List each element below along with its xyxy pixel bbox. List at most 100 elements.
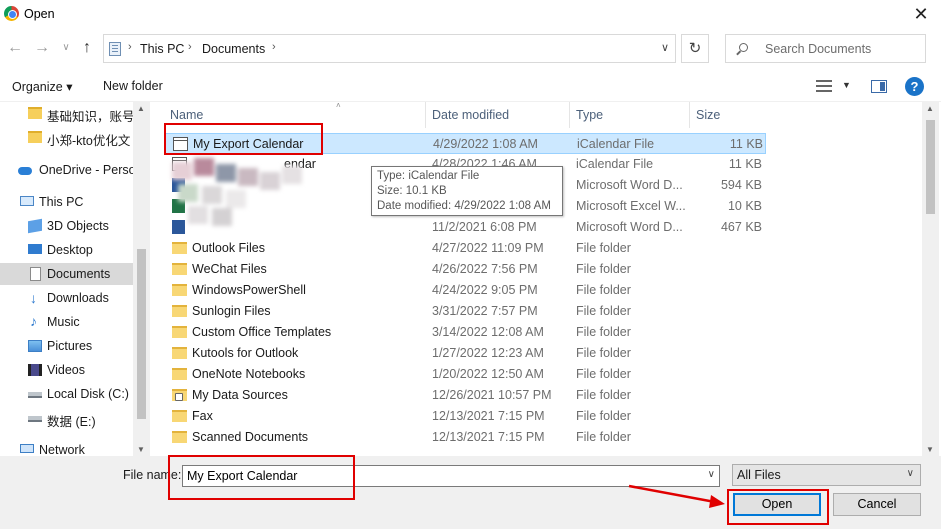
file-row[interactable]: Fax 12/13/2021 7:15 PM File folder — [164, 406, 766, 427]
sidebar-item-videos[interactable]: Videos — [0, 359, 133, 381]
sidebar-item-folder-1[interactable]: 基础知识，账号 — [0, 102, 135, 124]
file-row[interactable]: My Data Sources 12/26/2021 10:57 PM File f… — [164, 385, 766, 406]
help-icon[interactable]: ? — [905, 77, 924, 96]
column-header-type[interactable]: Type — [570, 102, 690, 128]
sidebar-item-desktop[interactable]: Desktop — [0, 239, 133, 261]
tooltip-size: Size: 10.1 KB — [377, 185, 447, 197]
sidebar-item-onedrive[interactable]: OneDrive - Person — [0, 159, 143, 181]
file-name: WindowsPowerShell — [192, 283, 306, 297]
sidebar-item-label: Local Disk (C:) — [47, 387, 129, 401]
folder-icon — [28, 107, 42, 119]
breadcrumb-separator[interactable]: › — [272, 41, 276, 53]
sidebar-item-network[interactable]: Network — [0, 439, 133, 456]
breadcrumb-this-pc[interactable]: This PC — [140, 42, 184, 56]
search-placeholder: Search Documents — [765, 42, 872, 56]
chrome-app-icon — [4, 6, 19, 21]
sidebar-item-pictures[interactable]: Pictures — [0, 335, 133, 357]
sidebar-item-label: 数据 (E:) — [47, 415, 96, 429]
scroll-up-icon[interactable]: ▲ — [926, 104, 934, 113]
file-name-dropdown-icon[interactable]: ∨ — [708, 469, 715, 480]
file-row[interactable]: Kutools for Outlook 1/27/2022 12:23 AM Fil… — [164, 343, 766, 364]
new-folder-button[interactable]: New folder — [103, 79, 163, 93]
open-button[interactable]: Open — [733, 493, 821, 516]
breadcrumb-separator[interactable]: › — [128, 41, 132, 53]
cancel-button[interactable]: Cancel — [833, 493, 921, 516]
file-date-modified: 4/24/2022 9:05 PM — [432, 283, 538, 297]
file-type: Microsoft Word D... — [576, 178, 683, 192]
sidebar-item-folder-2[interactable]: 小郑-kto优化文 — [0, 126, 133, 148]
computer-icon — [20, 196, 34, 206]
close-button[interactable]: ✕ — [909, 3, 933, 25]
sidebar-item-data-e[interactable]: 数据 (E:) — [0, 407, 133, 429]
column-header-size[interactable]: Size — [690, 102, 766, 128]
view-list-icon[interactable] — [816, 80, 832, 92]
file-name: Sunlogin Files — [192, 304, 271, 318]
sidebar-scrollbar[interactable]: ▲ ▼ — [133, 102, 150, 456]
title-bar: Open ✕ — [0, 0, 941, 28]
back-arrow-icon[interactable]: ← — [5, 38, 25, 58]
sidebar-item-music[interactable]: ♪ Music — [0, 311, 133, 333]
scroll-up-icon[interactable]: ▲ — [137, 104, 145, 113]
view-options-caret-icon[interactable]: ▼ — [842, 80, 851, 90]
file-name: My Data Sources — [192, 388, 288, 402]
downloads-icon: ↓ — [30, 290, 37, 306]
sidebar-item-3d-objects[interactable]: 3D Objects — [0, 215, 133, 237]
file-row[interactable]: WeChat Files 4/26/2022 7:56 PM File folder — [164, 259, 766, 280]
sidebar-item-this-pc[interactable]: This PC — [0, 191, 133, 213]
file-list-scrollbar[interactable]: ▲ ▼ — [922, 102, 939, 456]
refresh-button[interactable]: ↻ — [681, 34, 709, 63]
search-icon — [739, 43, 748, 52]
3d-objects-icon — [28, 218, 42, 234]
file-name: OneNote Notebooks — [192, 367, 306, 381]
file-name-input[interactable]: My Export Calendar ∨ — [182, 465, 720, 487]
sidebar-item-label: 基础知识，账号 — [47, 110, 135, 124]
sidebar-item-documents[interactable]: Documents — [0, 263, 133, 285]
file-list: ˄ Name Date modified Type Size My Export… — [150, 102, 922, 456]
file-row[interactable]: WindowsPowerShell 4/24/2022 9:05 PM File f… — [164, 280, 766, 301]
sidebar-item-downloads[interactable]: ↓ Downloads — [0, 287, 133, 309]
file-row[interactable]: Custom Office Templates 3/14/2022 12:08 A… — [164, 322, 766, 343]
folder-icon — [172, 431, 187, 443]
sidebar-item-local-disk-c[interactable]: Local Disk (C:) — [0, 383, 133, 405]
scrollbar-thumb[interactable] — [926, 120, 935, 214]
recent-locations-icon[interactable]: ∨ — [56, 38, 76, 58]
file-type: Microsoft Excel W... — [576, 199, 686, 213]
sidebar-item-label: OneDrive - Person — [39, 163, 143, 177]
file-name: WeChat Files — [192, 262, 267, 276]
organize-button[interactable]: Organize ▾ — [12, 79, 72, 94]
preview-pane-icon[interactable] — [871, 80, 887, 93]
this-pc-icon — [109, 42, 121, 56]
navigation-pane: 基础知识，账号 小郑-kto优化文 OneDrive - Person This… — [0, 102, 150, 456]
address-bar[interactable]: › This PC › Documents › ∨ — [103, 34, 676, 63]
file-info-tooltip: Type: iCalendar File Size: 10.1 KB Date … — [371, 166, 563, 216]
redacted-region — [158, 158, 308, 226]
column-header-name[interactable]: ˄ Name — [164, 102, 426, 128]
column-header-date-modified[interactable]: Date modified — [426, 102, 570, 128]
file-row[interactable]: Scanned Documents 12/13/2021 7:15 PM File … — [164, 427, 766, 448]
tooltip-date: Date modified: 4/29/2022 1:08 AM — [377, 200, 551, 212]
breadcrumb-documents[interactable]: Documents — [202, 42, 265, 56]
file-size: 11 KB — [729, 137, 763, 151]
file-type: File folder — [576, 409, 631, 423]
search-input[interactable]: Search Documents — [725, 34, 926, 63]
up-arrow-icon[interactable]: ↑ — [77, 38, 97, 58]
file-row[interactable]: Outlook Files 4/27/2022 11:09 PM File fold… — [164, 238, 766, 259]
window-title: Open — [24, 7, 55, 21]
file-type-value: All Files — [737, 468, 781, 482]
file-type: File folder — [576, 304, 631, 318]
file-date-modified: 3/14/2022 12:08 AM — [432, 325, 544, 339]
file-date-modified: 4/26/2022 7:56 PM — [432, 262, 538, 276]
breadcrumb-separator[interactable]: › — [188, 41, 192, 53]
file-type-select[interactable]: All Files ∨ — [732, 464, 921, 486]
scrollbar-thumb[interactable] — [137, 249, 146, 419]
file-row[interactable]: My Export Calendar 4/29/2022 1:08 AM iCale… — [164, 133, 766, 154]
sidebar-item-label: Downloads — [47, 291, 109, 305]
address-dropdown-icon[interactable]: ∨ — [661, 41, 669, 54]
music-icon: ♪ — [30, 313, 37, 329]
scroll-down-icon[interactable]: ▼ — [137, 445, 145, 454]
tooltip-type: Type: iCalendar File — [377, 170, 480, 182]
file-row[interactable]: OneNote Notebooks 1/20/2022 12:50 AM File … — [164, 364, 766, 385]
scroll-down-icon[interactable]: ▼ — [926, 445, 934, 454]
forward-arrow-icon[interactable]: → — [32, 38, 52, 58]
file-row[interactable]: Sunlogin Files 3/31/2022 7:57 PM File fold… — [164, 301, 766, 322]
